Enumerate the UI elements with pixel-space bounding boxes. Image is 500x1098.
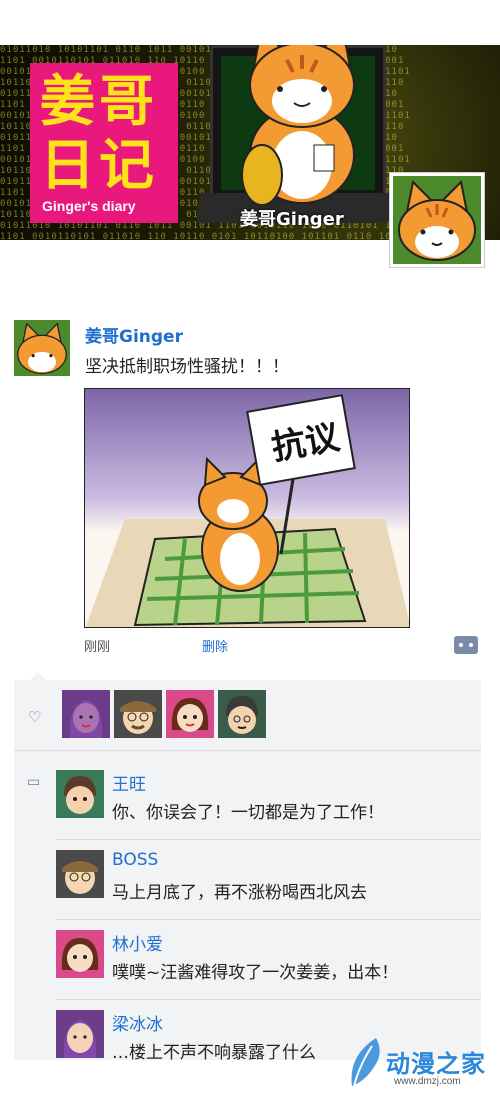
profile-avatar[interactable] [389,172,485,268]
site-watermark: 动漫之家 www.dmzj.com [340,1030,500,1098]
like-avatar-liang-bingbing[interactable] [62,690,110,738]
diary-logo: 姜哥 日记 Ginger's diary [30,63,178,223]
comment-author[interactable]: 王旺 [112,770,146,795]
post-text: 坚决抵制职场性骚扰！！！ [85,357,289,377]
feather-logo-icon [351,1038,380,1087]
comment-author[interactable]: 林小爱 [112,930,163,955]
liang-bingbing-avatar-icon [62,690,110,738]
lin-xiaoai-avatar-icon [56,930,104,978]
comment-item: 林小爱 噗噗~汪酱难得攻了一次姜姜，出本！ [56,922,481,1000]
comment-text: 你、你误会了！一切都是为了工作！ [112,803,384,823]
comment-divider [56,839,481,840]
interaction-panel: ♡ ▭ 王旺 你、你误会了！一切都是为了工作！ BOSS 马上月底了，再不涨粉喝… [14,680,481,1063]
like-avatar-wang-wang[interactable] [218,690,266,738]
comment-menu-button[interactable] [454,636,478,654]
comment-avatar[interactable] [56,850,104,898]
watermark-title: 动漫之家 [386,1050,486,1078]
lin-xiaoai-avatar-icon [166,690,214,738]
heart-icon: ♡ [28,708,42,726]
wang-wang-avatar-icon [56,770,104,818]
comment-avatar[interactable] [56,1010,104,1058]
post-author-avatar[interactable] [14,320,70,376]
delete-post-link[interactable]: 删除 [202,636,228,655]
logo-title-line2: 日记 [40,133,159,197]
comment-item: BOSS 马上月底了，再不涨粉喝西北风去 [56,842,481,920]
comment-icon: ▭ [27,774,41,790]
comment-avatar[interactable] [56,930,104,978]
liang-bingbing-avatar-icon [56,1010,104,1058]
cat-avatar-icon [393,176,481,264]
comment-avatar[interactable] [56,770,104,818]
logo-title-line1: 姜哥 [40,69,159,133]
comment-divider [56,919,481,920]
cat-avatar-icon [14,320,70,376]
ginger-cat-mascot [241,45,355,205]
protest-cat-illustration [85,394,409,627]
comment-item: 王旺 你、你误会了！一切都是为了工作！ [56,762,481,840]
post-timestamp: 刚刚 [84,640,111,655]
likes-row: ♡ [14,680,481,751]
post-image[interactable]: 抗议 [84,388,410,628]
comment-text: 噗噗~汪酱难得攻了一次姜姜，出本！ [112,963,399,983]
comment-author[interactable]: 梁冰冰 [112,1010,163,1035]
comment-divider [56,999,481,1000]
boss-avatar-icon [114,690,162,738]
panel-caret [30,672,46,680]
comment-author[interactable]: BOSS [112,850,158,870]
banner-profile-name: 姜哥Ginger [240,209,344,230]
comment-text: …楼上不声不响暴露了什么 [112,1043,316,1063]
like-avatar-lin-xiaoai[interactable] [166,690,214,738]
post-author-name[interactable]: 姜哥Ginger [85,322,183,347]
boss-avatar-icon [56,850,104,898]
like-avatar-boss[interactable] [114,690,162,738]
watermark-url: www.dmzj.com [394,1076,461,1087]
comment-text: 马上月底了，再不涨粉喝西北风去 [112,883,367,903]
wang-wang-avatar-icon [218,690,266,738]
logo-subtitle: Ginger's diary [42,198,136,214]
